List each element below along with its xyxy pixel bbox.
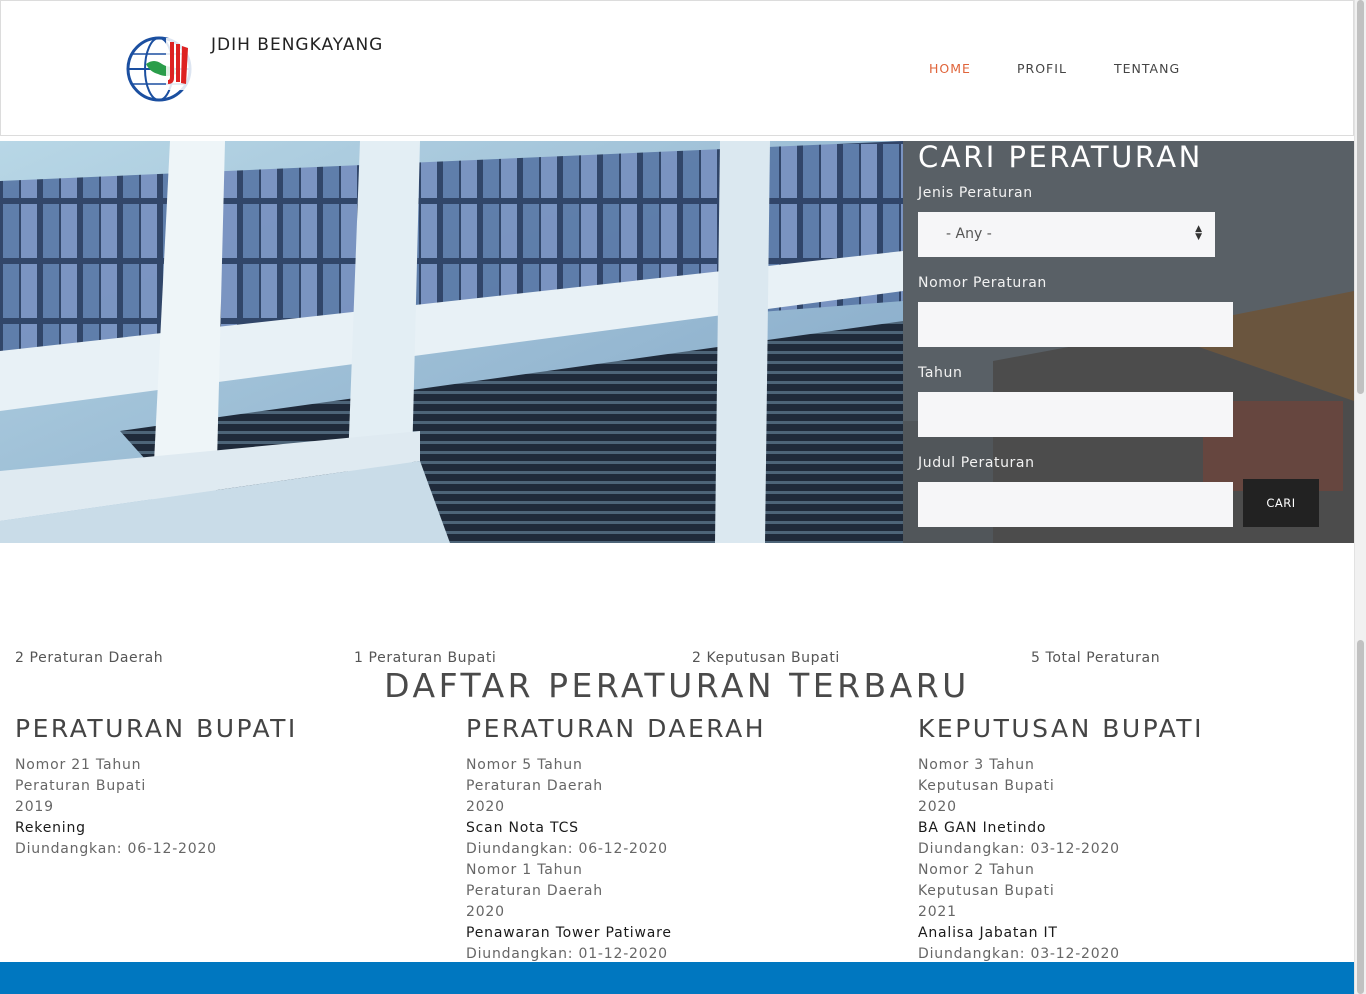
list-item: Nomor 1 Tahun Peraturan Daerah 2020 Pena… <box>466 860 886 965</box>
entry-nomor: Nomor 5 Tahun <box>466 757 583 773</box>
up-down-arrows-icon: ▲ ▼ <box>1195 224 1202 242</box>
entry-tahun: 2021 <box>918 904 957 920</box>
entry-diundangkan: Diundangkan: 06-12-2020 <box>15 841 217 857</box>
daftar-peraturan-title: DAFTAR PERATURAN TERBARU <box>384 666 970 705</box>
entry-tahun: 2020 <box>466 904 505 920</box>
entry-judul-link[interactable]: Rekening <box>15 818 435 839</box>
search-title: CARI PERATURAN <box>918 140 1203 174</box>
stat-peraturan-bupati: 1 Peraturan Bupati <box>354 650 497 666</box>
entry-jenis: Peraturan Bupati <box>15 778 147 794</box>
column-peraturan-daerah: PERATURAN DAERAH Nomor 5 Tahun Peraturan… <box>466 713 886 965</box>
entry-judul-link[interactable]: Penawaran Tower Patiware <box>466 923 886 944</box>
list-item: Nomor 21 Tahun Peraturan Bupati 2019 Rek… <box>15 755 435 860</box>
entry-diundangkan: Diundangkan: 06-12-2020 <box>466 841 668 857</box>
entry-diundangkan: Diundangkan: 03-12-2020 <box>918 841 1120 857</box>
column-peraturan-bupati: PERATURAN BUPATI Nomor 21 Tahun Peratura… <box>15 713 435 860</box>
column-title: PERATURAN BUPATI <box>15 714 298 743</box>
entry-nomor: Nomor 3 Tahun <box>918 757 1035 773</box>
jenis-peraturan-label: Jenis Peraturan <box>918 185 1033 201</box>
entry-judul-link[interactable]: BA GAN Inetindo <box>918 818 1338 839</box>
list-item: Nomor 5 Tahun Peraturan Daerah 2020 Scan… <box>466 755 886 860</box>
entry-judul-link[interactable]: Analisa Jabatan IT <box>918 923 1338 944</box>
nav-profil[interactable]: PROFIL <box>1017 61 1067 76</box>
entry-jenis: Peraturan Daerah <box>466 883 603 899</box>
list-item: Nomor 3 Tahun Keputusan Bupati 2020 BA G… <box>918 755 1338 860</box>
entry-jenis: Keputusan Bupati <box>918 883 1055 899</box>
building-photo <box>0 141 903 543</box>
column-keputusan-bupati: KEPUTUSAN BUPATI Nomor 3 Tahun Keputusan… <box>918 713 1338 965</box>
nav-tentang[interactable]: TENTANG <box>1114 61 1180 76</box>
nomor-peraturan-input[interactable] <box>918 302 1233 347</box>
jenis-peraturan-select[interactable]: - Any - ▲ ▼ <box>918 212 1215 257</box>
entry-jenis: Peraturan Daerah <box>466 778 603 794</box>
site-name[interactable]: JDIH BENGKAYANG <box>211 35 383 55</box>
nomor-peraturan-label: Nomor Peraturan <box>918 275 1047 291</box>
list-item: Nomor 2 Tahun Keputusan Bupati 2021 Anal… <box>918 860 1338 965</box>
jenis-peraturan-value: - Any - <box>946 226 992 242</box>
entry-tahun: 2019 <box>15 799 54 815</box>
footer-band <box>0 962 1354 994</box>
judul-peraturan-label: Judul Peraturan <box>918 455 1035 471</box>
entry-nomor: Nomor 21 Tahun <box>15 757 142 773</box>
nav-home[interactable]: HOME <box>929 61 971 76</box>
entry-nomor: Nomor 1 Tahun <box>466 862 583 878</box>
judul-peraturan-input[interactable] <box>918 482 1233 527</box>
column-title: PERATURAN DAERAH <box>466 714 767 743</box>
entry-nomor: Nomor 2 Tahun <box>918 862 1035 878</box>
tahun-input[interactable] <box>918 392 1233 437</box>
entry-jenis: Keputusan Bupati <box>918 778 1055 794</box>
tahun-label: Tahun <box>918 365 963 381</box>
column-title: KEPUTUSAN BUPATI <box>918 714 1204 743</box>
stat-keputusan-bupati: 2 Keputusan Bupati <box>692 650 840 666</box>
stat-peraturan-daerah: 2 Peraturan Daerah <box>15 650 164 666</box>
scrollbar-thumb[interactable] <box>1357 0 1364 394</box>
stat-total-peraturan: 5 Total Peraturan <box>1031 650 1161 666</box>
cari-button[interactable]: CARI <box>1243 479 1319 527</box>
entry-tahun: 2020 <box>918 799 957 815</box>
site-header: JDIH BENGKAYANG HOME PROFIL TENTANG <box>0 0 1354 136</box>
entry-tahun: 2020 <box>466 799 505 815</box>
entry-judul-link[interactable]: Scan Nota TCS <box>466 818 886 839</box>
jdih-globe-logo[interactable] <box>126 34 194 102</box>
scrollbar-thumb-lower[interactable] <box>1357 640 1364 994</box>
